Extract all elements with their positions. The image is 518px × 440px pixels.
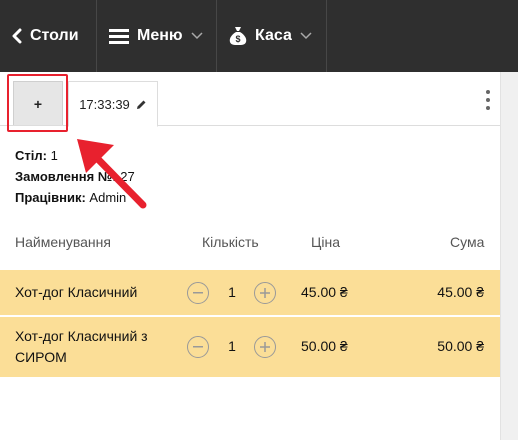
svg-text:$: $	[235, 34, 240, 44]
chevron-down-icon	[191, 27, 203, 45]
plus-circle-icon[interactable]	[254, 282, 276, 304]
table-row[interactable]: Хот-дог Класичний з СИРОМ 1 50.00 ₴ 50.0…	[0, 317, 500, 378]
money-bag-icon: $	[229, 26, 247, 46]
back-to-tables-button[interactable]: Столи	[0, 0, 97, 72]
order-panel: + 17:33:39 Стіл: 1 Замовлення №: 27 Прац…	[0, 72, 500, 440]
chevron-left-icon	[12, 28, 22, 44]
back-label: Столи	[30, 27, 79, 44]
item-sum: 50.00 ₴	[437, 338, 484, 354]
annotation-highlight-box	[7, 74, 68, 132]
table-row[interactable]: Хот-дог Класичний 1 45.00 ₴ 45.00 ₴	[0, 270, 500, 316]
item-name: Хот-дог Класичний з СИРОМ	[15, 328, 148, 365]
item-price: 50.00 ₴	[301, 338, 348, 354]
cash-dropdown-button[interactable]: $ Каса	[217, 0, 327, 72]
minus-circle-icon[interactable]	[187, 336, 209, 358]
order-tab-time: 17:33:39	[79, 96, 130, 112]
chevron-down-icon	[300, 27, 312, 45]
top-nav-bar: Столи Меню $ Каса	[0, 0, 518, 72]
plus-circle-icon[interactable]	[254, 336, 276, 358]
item-sum: 45.00 ₴	[437, 284, 484, 300]
item-name: Хот-дог Класичний	[15, 284, 138, 300]
order-info: Стіл: 1 Замовлення №: 27 Працівник: Admi…	[15, 145, 135, 208]
pencil-icon[interactable]	[136, 99, 147, 110]
menu-dropdown-button[interactable]: Меню	[97, 0, 217, 72]
menu-label: Меню	[137, 27, 183, 44]
item-price: 45.00 ₴	[301, 284, 348, 300]
col-price-header: Ціна	[311, 234, 340, 250]
item-qty: 1	[228, 284, 236, 300]
order-tab-active[interactable]: 17:33:39	[68, 81, 158, 127]
col-qty-header: Кількість	[202, 234, 259, 250]
hamburger-icon	[109, 28, 129, 44]
order-number-info: Замовлення №: 27	[15, 169, 135, 184]
cash-label: Каса	[255, 27, 292, 44]
item-qty: 1	[228, 338, 236, 354]
worker-info: Працівник: Admin	[15, 190, 127, 205]
col-sum-header: Сума	[450, 234, 485, 250]
table-info: Стіл: 1	[15, 148, 58, 163]
table-header: Найменування Кількість Ціна Сума	[0, 234, 500, 258]
right-scroll-edge	[500, 72, 518, 440]
app-root: Столи Меню $ Каса + 17:33:39 Стіл: 1 Зам…	[0, 0, 518, 440]
kebab-icon[interactable]	[483, 90, 493, 110]
minus-circle-icon[interactable]	[187, 282, 209, 304]
col-name-header: Найменування	[15, 234, 111, 250]
order-tabs: + 17:33:39	[0, 72, 500, 127]
